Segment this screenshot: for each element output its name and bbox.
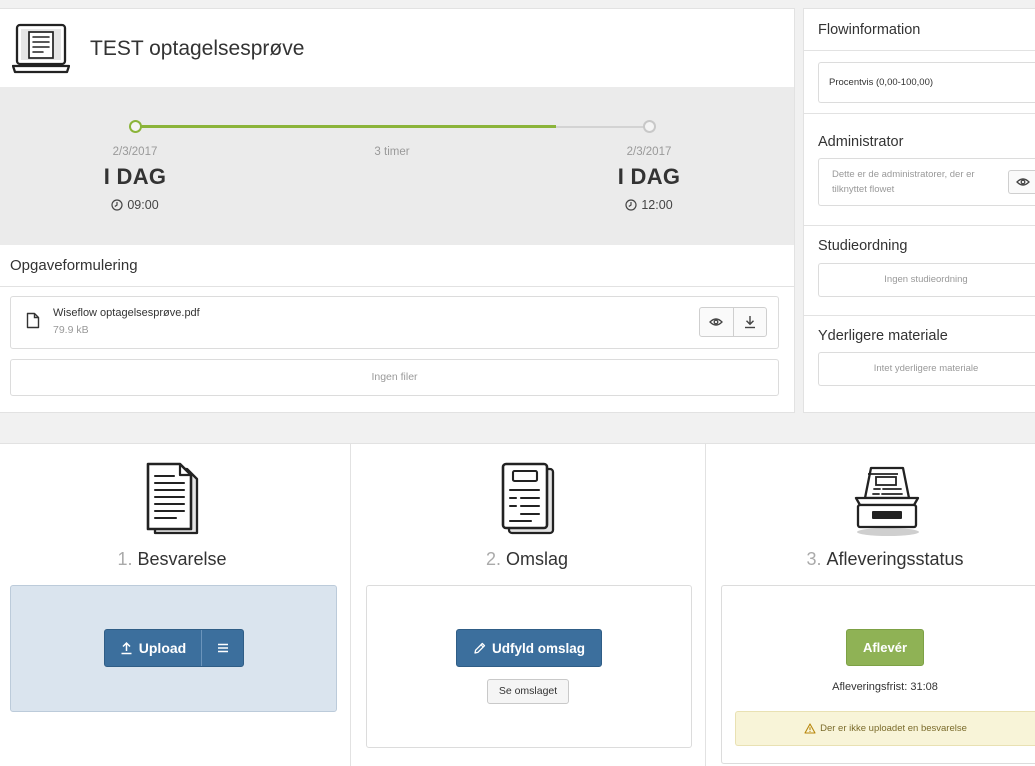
assignment-heading: Opgaveformulering (10, 257, 138, 274)
step-status: 3. Afleveringsstatus Aflevér Afleveringsf… (706, 444, 1035, 766)
download-icon (744, 315, 756, 329)
file-name: Wiseflow optagelsesprøve.pdf (53, 307, 200, 319)
document-icon (140, 462, 204, 536)
upload-label: Upload (138, 640, 187, 656)
upload-area[interactable]: Upload (10, 585, 337, 712)
fill-cover-button[interactable]: Udfyld omslag (456, 629, 602, 667)
step-title: 2. Omslag (351, 548, 703, 570)
timeline-start-marker (129, 120, 142, 133)
exam-overview-panel: TEST optagelsesprøve 2/3/2017 I DAG 09:0… (0, 8, 795, 413)
start-date: 2/3/2017 (112, 146, 158, 158)
step-number: 3. (806, 549, 822, 569)
upload-button-group: Upload (104, 629, 244, 667)
divider (804, 50, 1035, 51)
timeline: 2/3/2017 I DAG 09:00 3 timer 2/3/2017 I … (0, 87, 794, 245)
step-title: 3. Afleveringsstatus (706, 548, 1035, 570)
step-name: Besvarelse (137, 549, 227, 569)
clock-icon (625, 199, 637, 211)
warning-alert: Der er ikke uploadet en besvarelse (735, 711, 1035, 746)
start-time: 09:00 (65, 196, 205, 214)
step-cover: 2. Omslag Udfyld omslag Se omslaget (351, 444, 706, 766)
upload-button[interactable]: Upload (105, 630, 201, 666)
step-title: 1. Besvarelse (0, 548, 344, 570)
empty-files-notice: Ingen filer (10, 359, 779, 396)
submit-button[interactable]: Aflevér (846, 629, 924, 666)
upload-icon (120, 641, 133, 655)
material-value: Intet yderligere materiale (818, 352, 1035, 386)
download-file-button[interactable] (732, 308, 766, 336)
view-cover-button[interactable]: Se omslaget (487, 679, 569, 704)
fill-cover-label: Udfyld omslag (491, 640, 585, 656)
eye-icon (1015, 177, 1030, 187)
file-size: 79.9 kB (53, 324, 89, 336)
clock-icon (111, 199, 123, 211)
step-answer: 1. Besvarelse Upload (0, 444, 351, 766)
eye-icon (709, 317, 724, 327)
view-administrators-button[interactable] (1008, 170, 1035, 194)
page-title: TEST optagelsesprøve (90, 37, 305, 60)
start-day: I DAG (103, 164, 167, 189)
material-heading: Yderligere materiale (818, 328, 948, 344)
administrator-text: Dette er de administratorer, der er tilk… (832, 169, 975, 195)
start-time-value: 09:00 (127, 198, 159, 212)
inbox-tray-icon (851, 462, 923, 538)
file-actions (699, 307, 767, 337)
laptop-icon (12, 22, 70, 76)
step-name: Afleveringsstatus (826, 549, 964, 569)
submission-status-area: Aflevér Afleveringsfrist: 31:08 Der er i… (721, 585, 1035, 764)
administrator-box: Dette er de administratorer, der er tilk… (818, 158, 1035, 206)
timeline-duration: 3 timer (322, 144, 462, 160)
end-day: I DAG (617, 164, 681, 189)
studieordning-value: Ingen studieordning (818, 263, 1035, 297)
timeline-start: 2/3/2017 I DAG 09:00 (65, 144, 205, 214)
warning-text: Der er ikke uploadet en besvarelse (820, 723, 967, 734)
flow-info-panel: Flowinformation Procentvis (0,00-100,00)… (803, 8, 1035, 413)
timeline-end-marker (643, 120, 656, 133)
preview-file-button[interactable] (700, 308, 733, 336)
flowinfo-heading: Flowinformation (818, 22, 921, 38)
end-time: 12:00 (579, 196, 719, 214)
assignment-file: Wiseflow optagelsesprøve.pdf 79.9 kB (10, 296, 779, 349)
timeline-progress (135, 125, 556, 128)
warning-icon (804, 723, 816, 734)
step-name: Omslag (506, 549, 569, 569)
timeline-end: 2/3/2017 I DAG 12:00 (579, 144, 719, 214)
cover-page-icon (497, 462, 559, 536)
file-icon (26, 312, 40, 329)
administrator-heading: Administrator (818, 134, 904, 150)
submission-steps: 1. Besvarelse Upload 2. Omslag Udfyld om… (0, 443, 1035, 766)
duration-label: 3 timer (374, 146, 410, 158)
menu-icon (217, 643, 229, 653)
divider (804, 113, 1035, 114)
submission-deadline: Afleveringsfrist: 31:08 (832, 681, 938, 693)
step-number: 2. (485, 549, 501, 569)
pencil-icon (473, 642, 486, 655)
grading-scale: Procentvis (0,00-100,00) (818, 62, 1035, 103)
end-time-value: 12:00 (641, 198, 673, 212)
studieordning-heading: Studieordning (818, 238, 908, 254)
divider (0, 286, 794, 287)
divider (804, 315, 1035, 316)
upload-options-button[interactable] (201, 630, 243, 666)
end-date: 2/3/2017 (626, 146, 672, 158)
cover-area: Udfyld omslag Se omslaget (366, 585, 692, 748)
divider (804, 225, 1035, 226)
step-number: 1. (117, 549, 133, 569)
